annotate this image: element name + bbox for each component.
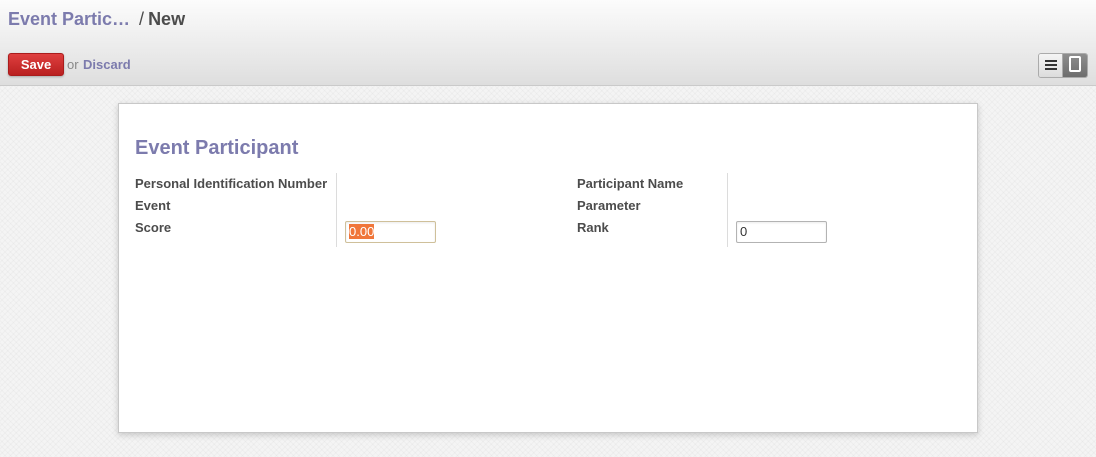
parameter-label: Parameter	[577, 198, 641, 213]
score-value: 0.00	[349, 224, 375, 239]
discard-link[interactable]: Discard	[83, 57, 131, 72]
left-group-divider	[336, 173, 337, 247]
form-icon	[1069, 56, 1081, 75]
breadcrumb: Event Partic… / New	[8, 9, 185, 30]
score-input[interactable]: 0.00	[345, 221, 436, 243]
form-sheet: Event Participant Personal Identificatio…	[118, 103, 978, 433]
list-icon	[1044, 58, 1057, 73]
control-panel: Event Partic… / New Save or Discard	[0, 0, 1096, 86]
view-switcher	[1038, 53, 1088, 78]
list-view-button[interactable]	[1039, 54, 1063, 77]
breadcrumb-parent-link[interactable]: Event Partic…	[8, 9, 130, 29]
form-view-button[interactable]	[1063, 54, 1087, 77]
score-label: Score	[135, 220, 172, 235]
form-title: Event Participant	[135, 137, 299, 159]
personal-id-number-label: Personal Identification Number	[135, 176, 328, 191]
breadcrumb-separator: /	[139, 9, 145, 29]
rank-value: 0	[740, 224, 748, 239]
breadcrumb-current: New	[148, 9, 186, 29]
rank-label: Rank	[577, 220, 609, 235]
page: Event Partic… / New Save or Discard Even…	[0, 0, 1096, 457]
save-button[interactable]: Save	[8, 53, 64, 76]
event-label: Event	[135, 198, 171, 213]
or-text: or	[67, 57, 79, 72]
right-group-divider	[727, 173, 728, 247]
participant-name-label: Participant Name	[577, 176, 684, 191]
rank-input[interactable]: 0	[736, 221, 827, 243]
